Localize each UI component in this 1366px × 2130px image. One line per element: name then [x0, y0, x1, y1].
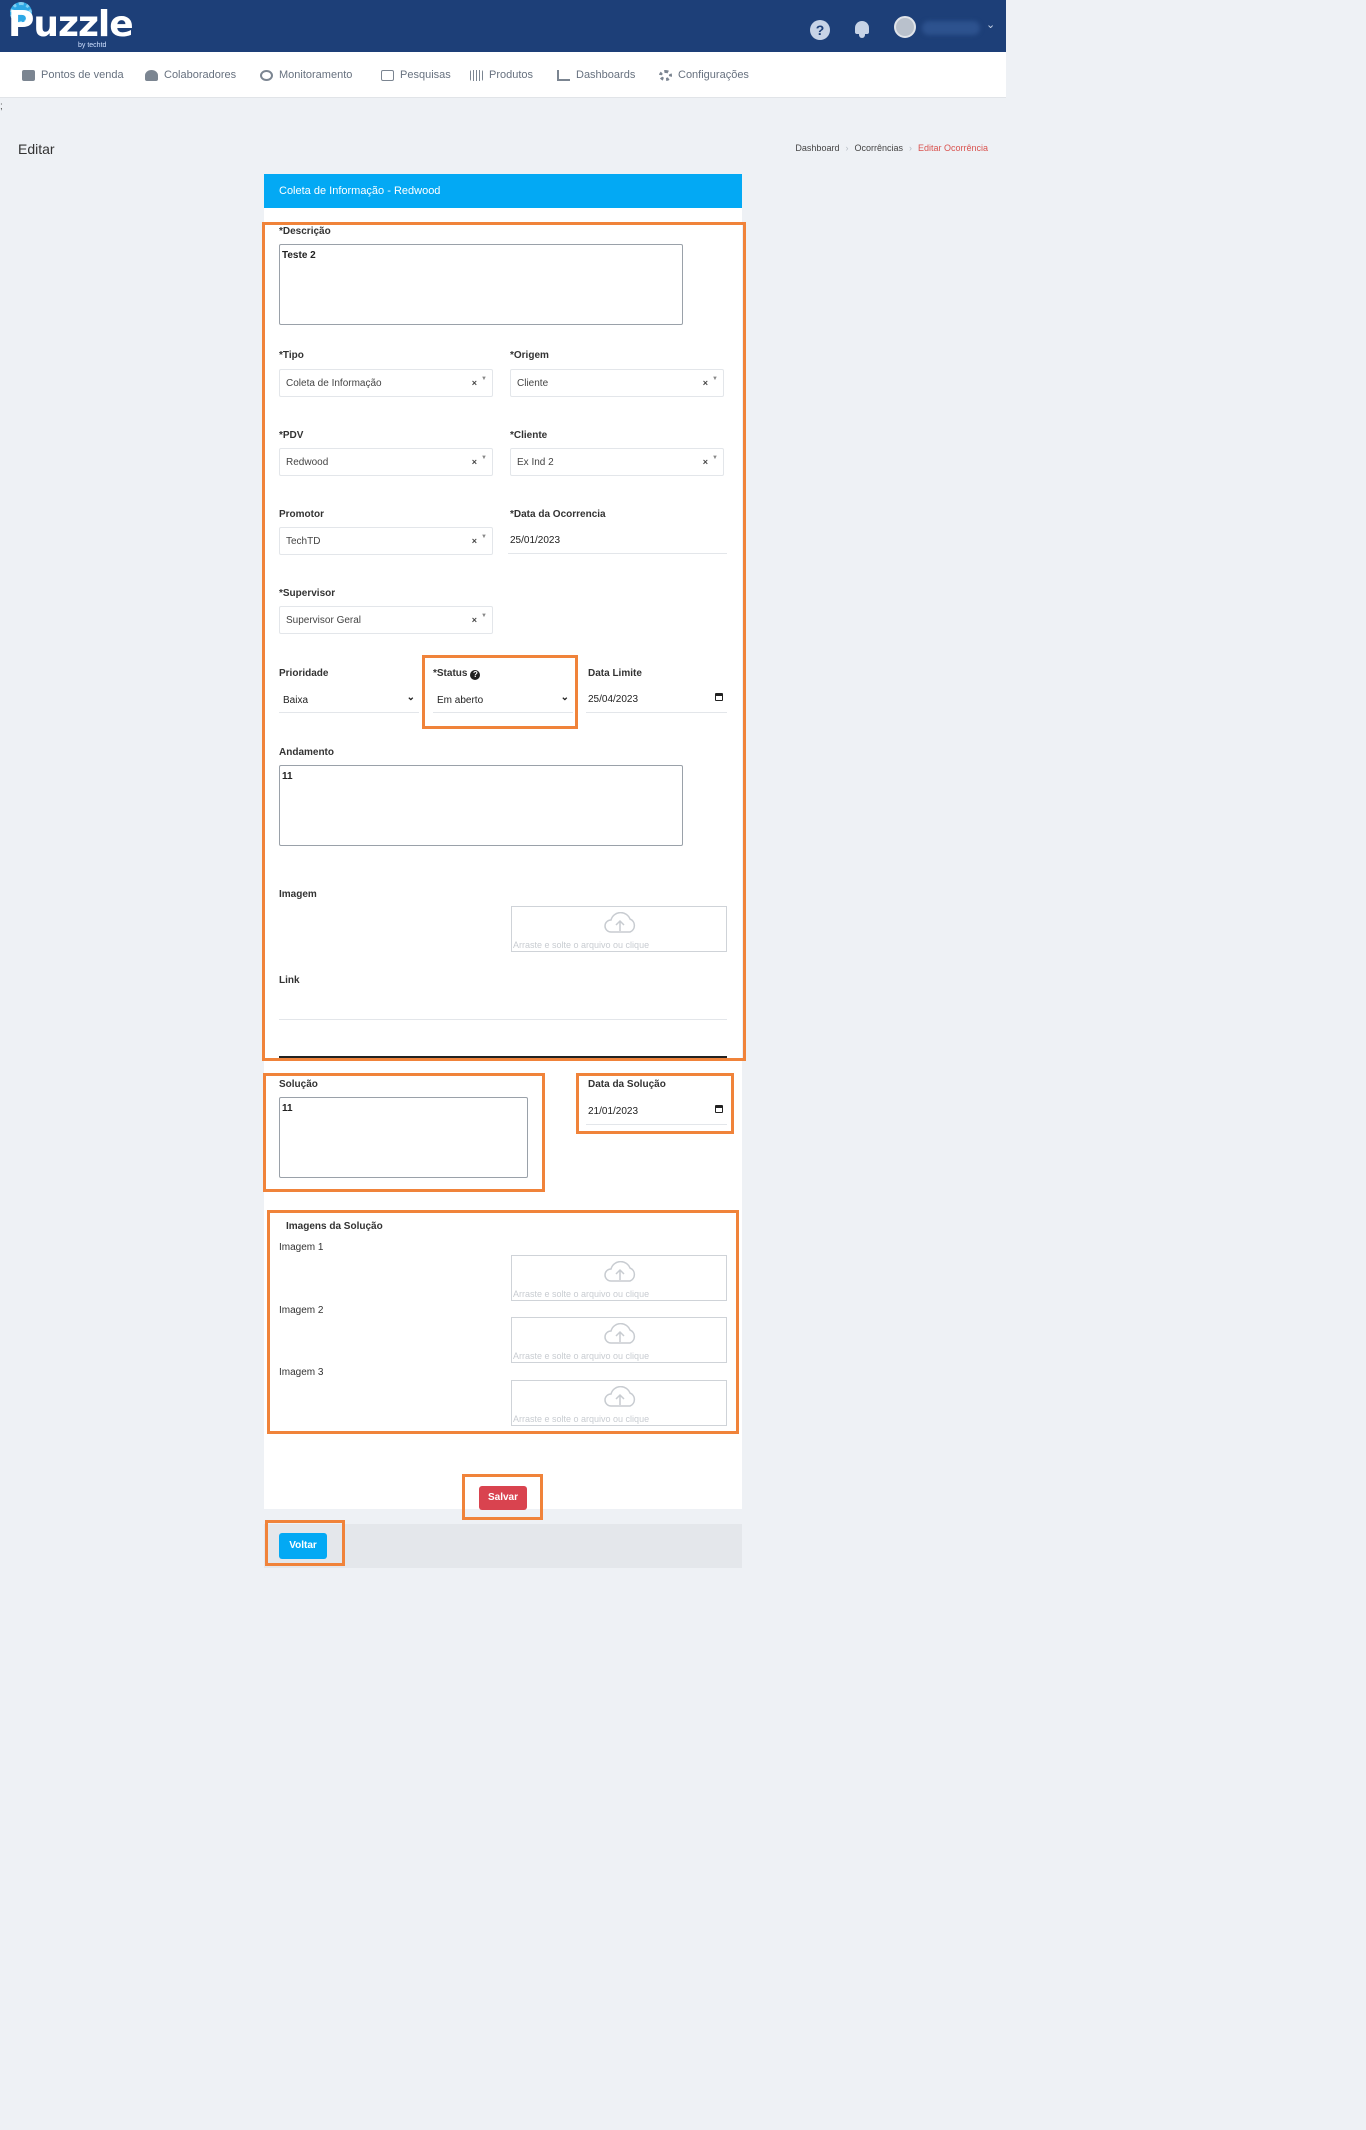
highlight-box-data-solucao [576, 1073, 734, 1134]
nav-item-pesquisas[interactable]: Pesquisas [381, 69, 451, 81]
nav-item-label: Dashboards [576, 69, 636, 81]
bell-icon[interactable] [853, 19, 871, 39]
logo[interactable]: Puzzle [8, 6, 134, 44]
nav-item-label: Colaboradores [164, 69, 237, 81]
calendar-icon [381, 69, 394, 81]
nav-item-colaboradores[interactable]: Colaboradores [145, 69, 236, 81]
nav-item-configuracoes[interactable]: Configurações [659, 69, 749, 81]
highlight-box-imagens-solucao [267, 1210, 739, 1434]
chart-icon [557, 69, 570, 81]
barcode-icon [470, 69, 483, 81]
highlight-box-status [422, 655, 578, 729]
breadcrumb-current: Editar Ocorrência [917, 143, 988, 153]
nav-item-produtos[interactable]: Produtos [470, 69, 533, 81]
main-nav: Pontos de venda Colaboradores Monitorame… [0, 52, 1006, 98]
nav-item-dashboards[interactable]: Dashboards [557, 69, 635, 81]
chevron-right-icon: › [845, 143, 849, 153]
store-icon [22, 69, 35, 81]
highlight-box-back [265, 1520, 345, 1566]
nav-item-label: Monitoramento [279, 69, 353, 81]
card-header: Coleta de Informação - Redwood [264, 174, 742, 208]
highlight-box-save [462, 1474, 543, 1520]
gears-icon [659, 69, 672, 81]
breadcrumb: Dashboard › Ocorrências › Editar Ocorrên… [795, 143, 988, 153]
user-name-blurred[interactable] [922, 21, 980, 35]
chevron-down-icon[interactable]: ⌄ [986, 18, 995, 31]
chevron-right-icon: › [908, 143, 912, 153]
nav-item-label: Configurações [678, 69, 749, 81]
help-icon[interactable]: ? [810, 20, 830, 40]
globe-icon [260, 69, 273, 81]
logo-subtitle: by techtd [78, 42, 107, 49]
nav-item-label: Pontos de venda [41, 69, 124, 81]
top-header: Puzzle by techtd ? ⌄ [0, 0, 1006, 52]
avatar[interactable] [894, 16, 916, 38]
nav-item-label: Produtos [489, 69, 534, 81]
nav-item-monitoramento[interactable]: Monitoramento [260, 69, 352, 81]
nav-item-pontos-de-venda[interactable]: Pontos de venda [22, 69, 124, 81]
page-title: Editar [18, 141, 55, 157]
breadcrumb-ocorrencias[interactable]: Ocorrências [854, 143, 903, 153]
nav-item-label: Pesquisas [400, 69, 451, 81]
highlight-box-solucao [263, 1073, 545, 1192]
users-icon [145, 69, 158, 81]
stray-character: ; [0, 101, 3, 112]
highlight-box-main-fields [262, 222, 746, 1061]
breadcrumb-dashboard[interactable]: Dashboard [795, 143, 839, 153]
